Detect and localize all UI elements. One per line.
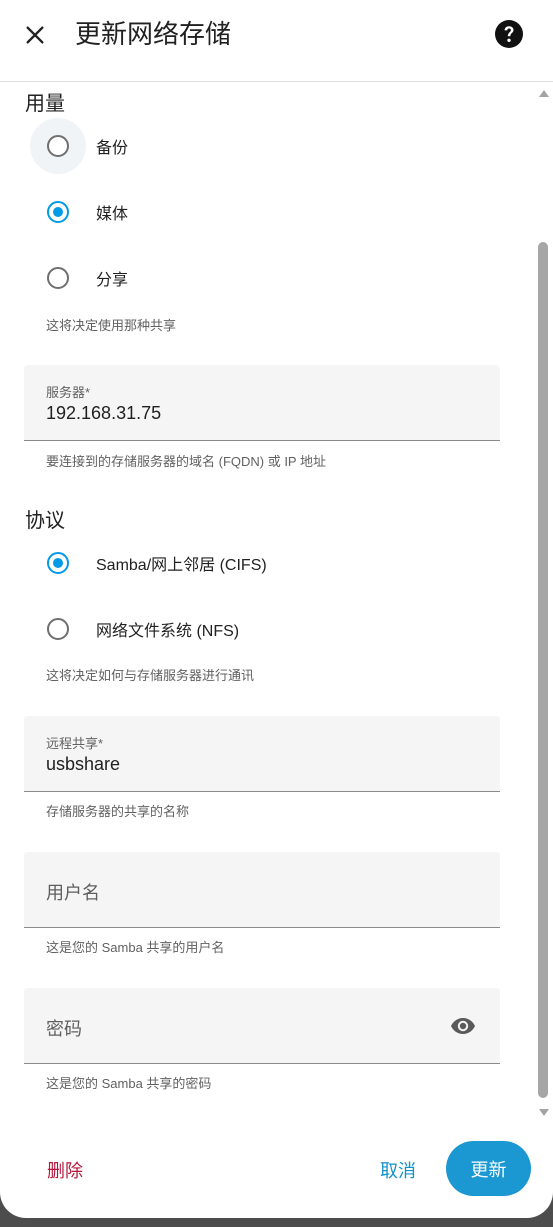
close-button[interactable] xyxy=(14,14,56,56)
protocol-section-label: 协议 xyxy=(25,510,65,532)
delete-button[interactable]: 删除 xyxy=(47,1157,83,1183)
cancel-button[interactable]: 取消 xyxy=(380,1157,416,1183)
radio-button[interactable] xyxy=(47,201,69,223)
scroll-up-arrow-icon[interactable] xyxy=(539,90,549,97)
radio-focus-ring xyxy=(30,250,86,306)
remote-share-field-value[interactable]: usbshare xyxy=(46,754,120,775)
help-circle-icon xyxy=(495,20,523,48)
username-field[interactable]: 用户名 xyxy=(24,852,500,928)
protocol-option-label: Samba/网上邻居 (CIFS) xyxy=(96,557,267,574)
scrollbar-thumb[interactable] xyxy=(538,242,548,1098)
network-storage-dialog: 更新网络存储 用量 备份 媒体 分享 这将决定使用那种共享 服务器* 192.1… xyxy=(0,0,553,1218)
server-field-value[interactable]: 192.168.31.75 xyxy=(46,403,161,424)
password-field[interactable]: 密码 xyxy=(24,988,500,1064)
server-helper-text: 要连接到的存储服务器的域名 (FQDN) 或 IP 地址 xyxy=(46,454,326,469)
remote-share-helper-text: 存储服务器的共享的名称 xyxy=(46,804,190,819)
dialog-title: 更新网络存储 xyxy=(75,19,232,49)
username-placeholder: 用户名 xyxy=(46,883,100,903)
help-button[interactable] xyxy=(488,13,530,55)
usage-helper-text: 这将决定使用那种共享 xyxy=(46,318,177,333)
radio-focus-ring xyxy=(30,535,86,591)
server-field-label: 服务器* xyxy=(46,385,91,400)
update-button[interactable]: 更新 xyxy=(446,1141,531,1196)
radio-button[interactable] xyxy=(47,267,69,289)
radio-button[interactable] xyxy=(47,618,69,640)
password-helper-text: 这是您的 Samba 共享的密码 xyxy=(46,1076,212,1091)
close-icon xyxy=(26,26,44,44)
username-helper-text: 这是您的 Samba 共享的用户名 xyxy=(46,940,225,955)
dialog-header: 更新网络存储 xyxy=(0,0,553,82)
server-field[interactable]: 服务器* 192.168.31.75 xyxy=(24,365,500,441)
remote-share-field-label: 远程共享* xyxy=(46,736,104,751)
radio-button[interactable] xyxy=(47,135,69,157)
password-placeholder: 密码 xyxy=(46,1019,82,1039)
remote-share-field[interactable]: 远程共享* usbshare xyxy=(24,716,500,792)
scrollbar[interactable] xyxy=(536,82,553,1122)
scroll-down-arrow-icon[interactable] xyxy=(539,1109,549,1116)
radio-focus-ring xyxy=(30,118,86,174)
usage-option-backup[interactable]: 备份 xyxy=(30,118,128,174)
usage-option-share[interactable]: 分享 xyxy=(30,250,128,306)
usage-option-label: 分享 xyxy=(96,272,129,289)
protocol-helper-text: 这将决定如何与存储服务器进行通讯 xyxy=(46,668,255,683)
show-password-button[interactable] xyxy=(450,1014,476,1038)
eye-icon xyxy=(451,1018,475,1034)
protocol-option-nfs[interactable]: 网络文件系统 (NFS) xyxy=(30,601,239,657)
radio-focus-ring xyxy=(30,184,86,240)
radio-button[interactable] xyxy=(47,552,69,574)
protocol-option-cifs[interactable]: Samba/网上邻居 (CIFS) xyxy=(30,535,267,591)
protocol-option-label: 网络文件系统 (NFS) xyxy=(96,623,240,640)
radio-focus-ring xyxy=(30,601,86,657)
usage-option-media[interactable]: 媒体 xyxy=(30,184,128,240)
usage-section-label: 用量 xyxy=(25,93,65,115)
usage-option-label: 备份 xyxy=(96,140,129,157)
usage-option-label: 媒体 xyxy=(96,206,129,223)
